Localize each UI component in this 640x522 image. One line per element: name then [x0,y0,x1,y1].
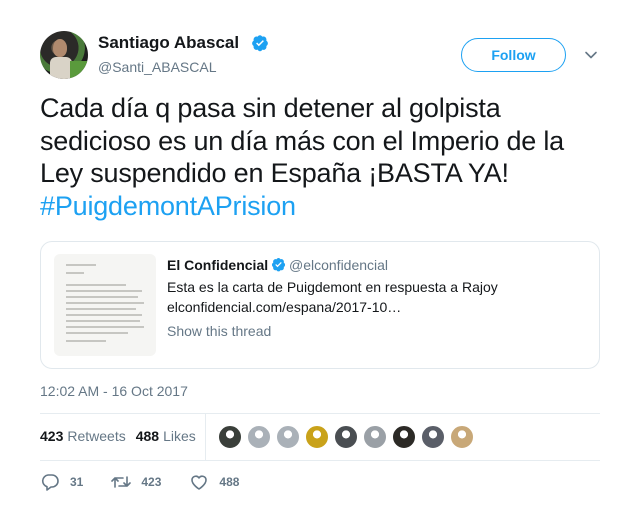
show-thread-link[interactable]: Show this thread [167,323,271,339]
liker-avatar[interactable] [276,425,300,449]
author-avatar[interactable] [40,31,88,79]
retweets-label: Retweets [67,428,126,444]
liker-avatar[interactable] [421,425,445,449]
quoted-tweet-link[interactable]: elconfidencial.com/espana/2017-10… [167,299,401,315]
quoted-document-thumbnail [54,254,156,356]
liker-avatar[interactable] [334,425,358,449]
divider [40,413,600,414]
liker-avatar[interactable] [305,425,329,449]
tweet-timestamp[interactable]: 12:02 AM - 16 Oct 2017 [40,383,188,399]
tweet-body: Cada día q pasa sin detener al golpista … [40,93,564,188]
liker-avatar[interactable] [363,425,387,449]
quoted-author-handle[interactable]: @elconfidencial [289,257,388,273]
likes-count: 488 [135,428,160,444]
liker-avatars [218,425,474,449]
liker-avatar[interactable] [450,425,474,449]
retweet-icon [111,476,132,488]
quoted-tweet[interactable]: El Confidencial @elconfidencial Esta es … [40,241,600,369]
liker-avatar[interactable] [247,425,271,449]
liker-avatar[interactable] [218,425,242,449]
author-name[interactable]: Santiago Abascal [98,33,239,53]
retweets-count: 423 [40,428,64,444]
quoted-author-name[interactable]: El Confidencial [167,257,268,273]
tweet-text: Cada día q pasa sin detener al golpista … [40,92,610,222]
retweets-stat[interactable]: 423 Retweets [40,428,126,444]
like-count: 488 [219,475,240,489]
reply-count: 31 [70,475,84,489]
hashtag-link[interactable]: #PuigdemontAPrision [40,191,296,221]
quoted-tweet-text: Esta es la carta de Puigdemont en respue… [167,279,498,295]
verified-badge-icon [252,35,268,52]
heart-icon [191,475,208,490]
author-handle[interactable]: @Santi_ABASCAL [98,59,217,75]
reply-button[interactable]: 31 [40,473,83,491]
reply-icon [41,474,59,491]
likes-stat[interactable]: 488 Likes [136,428,196,444]
liker-avatar[interactable] [392,425,416,449]
action-bar: 31 423 488 [40,473,267,491]
likes-label: Likes [163,428,196,444]
follow-button[interactable]: Follow [461,38,566,72]
stats-separator [205,414,206,460]
retweet-button[interactable]: 423 [111,473,161,491]
engagement-stats: 423 Retweets 488 Likes [40,428,196,444]
like-button[interactable]: 488 [189,473,239,491]
retweet-count: 423 [141,475,162,489]
verified-badge-icon [271,258,286,272]
divider [40,460,600,461]
chevron-down-icon[interactable] [584,48,598,62]
